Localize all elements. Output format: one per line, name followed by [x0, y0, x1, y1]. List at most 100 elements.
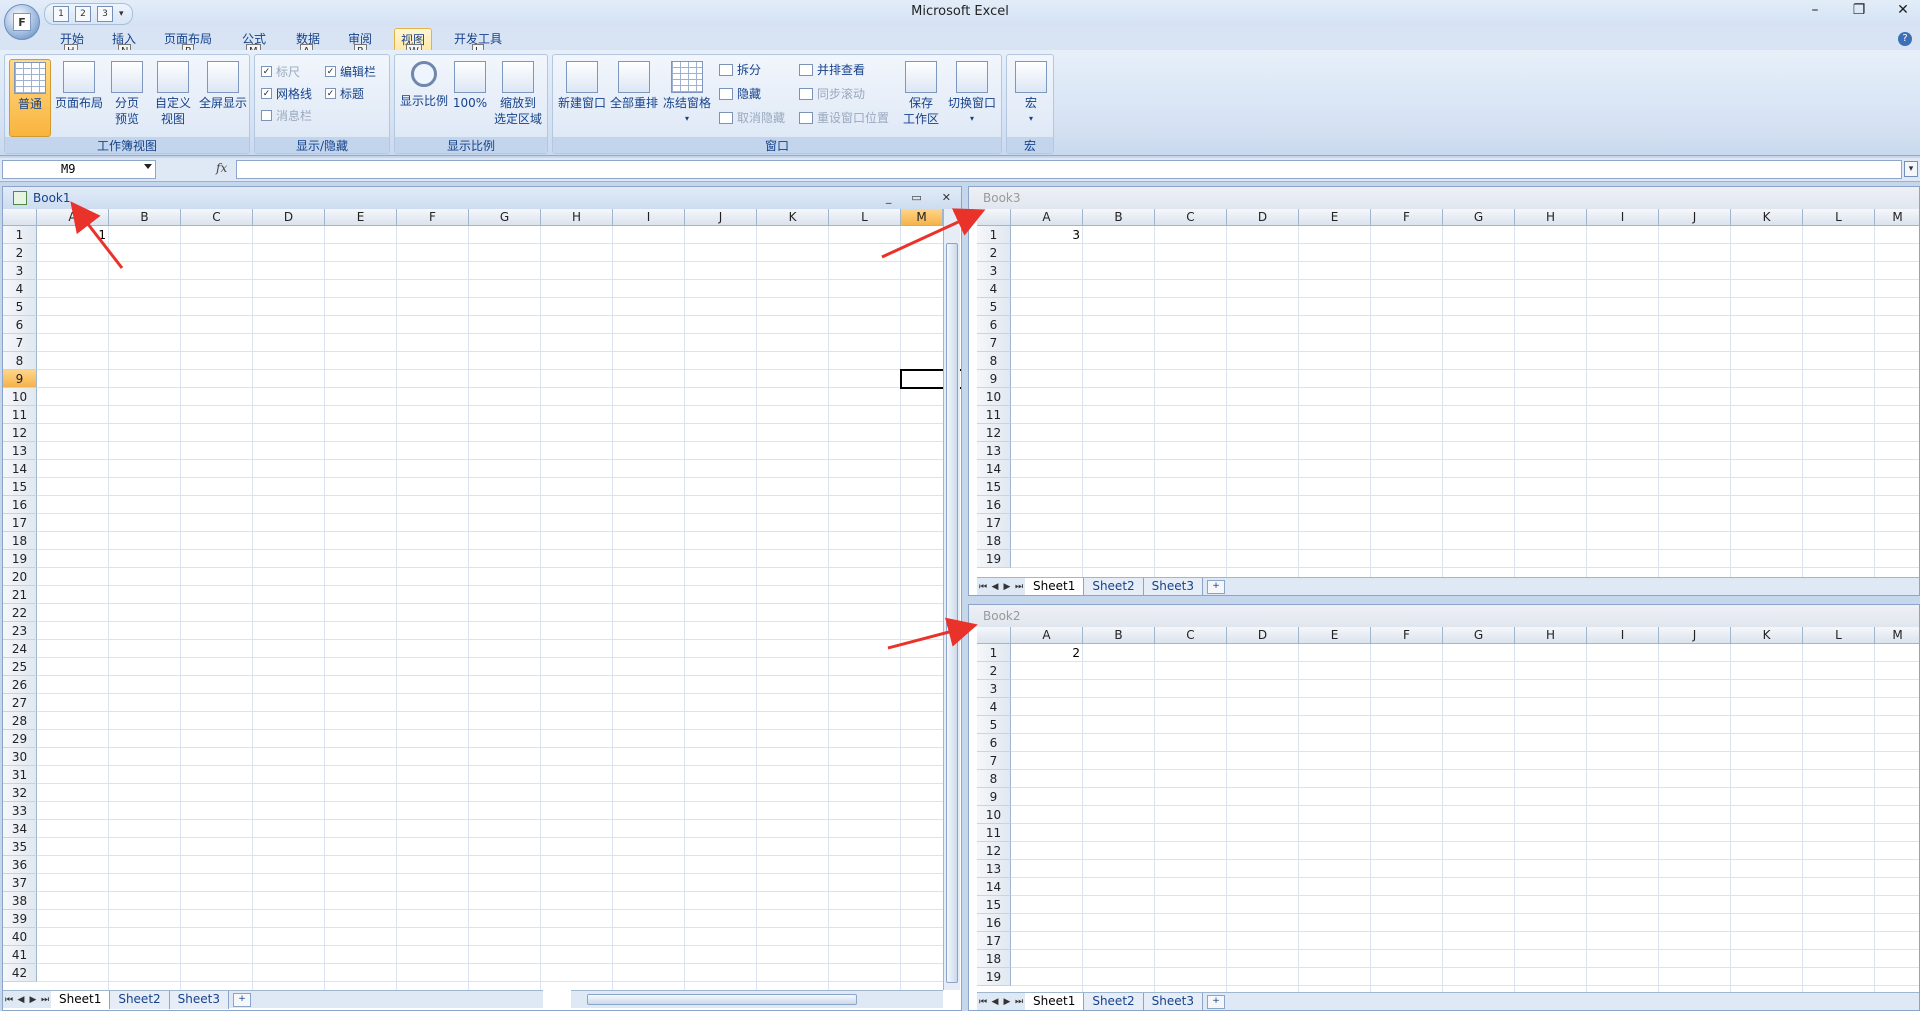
row-header-17[interactable]: 17 — [977, 514, 1011, 532]
row-header-3[interactable]: 3 — [977, 262, 1011, 280]
row-header-25[interactable]: 25 — [3, 658, 37, 676]
formula-input[interactable] — [236, 160, 1902, 179]
column-header-G[interactable]: G — [1443, 627, 1515, 644]
last-sheet-icon[interactable]: ⏭ — [1013, 582, 1025, 592]
last-sheet-icon[interactable]: ⏭ — [39, 995, 51, 1005]
sheet-tab-sheet2[interactable]: Sheet2 — [1084, 577, 1144, 595]
row-header-1[interactable]: 1 — [3, 226, 37, 244]
cell-a1[interactable]: 1 — [37, 226, 109, 244]
redo-icon[interactable]: 3 — [97, 6, 113, 22]
row-header-4[interactable]: 4 — [3, 280, 37, 298]
sheet-tab-sheet2[interactable]: Sheet2 — [1084, 992, 1144, 1010]
row-header-2[interactable]: 2 — [3, 244, 37, 262]
row-header-1[interactable]: 1 — [977, 644, 1011, 662]
macros-button[interactable]: 宏 ▾ — [1013, 59, 1049, 127]
name-box[interactable]: M9 — [2, 160, 156, 179]
sheet-tab-sheet3[interactable]: Sheet3 — [1143, 992, 1203, 1010]
column-header-J[interactable]: J — [1659, 209, 1731, 226]
arrange-all-button[interactable]: 全部重排 — [609, 59, 659, 111]
next-sheet-icon[interactable]: ▶ — [1001, 997, 1013, 1007]
row-header-5[interactable]: 5 — [977, 716, 1011, 734]
row-header-40[interactable]: 40 — [3, 928, 37, 946]
row-header-5[interactable]: 5 — [3, 298, 37, 316]
insert-sheet-icon[interactable]: + — [1206, 579, 1225, 594]
row-header-17[interactable]: 17 — [3, 514, 37, 532]
select-all-corner[interactable] — [977, 627, 1011, 644]
row-header-34[interactable]: 34 — [3, 820, 37, 838]
row-header-3[interactable]: 3 — [977, 680, 1011, 698]
message-bar-checkbox[interactable]: 消息栏 — [261, 107, 312, 124]
insert-function-icon[interactable]: fx — [216, 161, 227, 175]
book2-grid[interactable]: A B C D E F G H I J K L M 1 2 3 4 5 6 7 8 9 10 11 12 13 14 15 16 17 18… — [977, 627, 1919, 994]
column-header-H[interactable]: H — [541, 209, 613, 226]
row-header-42[interactable]: 42 — [3, 964, 37, 982]
hide-button[interactable]: 隐藏 — [719, 85, 761, 102]
row-header-9[interactable]: 9 — [977, 788, 1011, 806]
row-header-7[interactable]: 7 — [3, 334, 37, 352]
formula-bar-checkbox[interactable]: ✓ 编辑栏 — [325, 63, 376, 80]
name-box-dropdown-icon[interactable] — [144, 164, 152, 169]
close-icon[interactable]: ✕ — [942, 187, 951, 209]
row-header-14[interactable]: 14 — [977, 460, 1011, 478]
row-header-13[interactable]: 13 — [977, 442, 1011, 460]
sheet-tab-sheet1[interactable]: Sheet1 — [51, 990, 111, 1009]
minimize-icon[interactable]: – — [1806, 2, 1824, 18]
row-header-41[interactable]: 41 — [3, 946, 37, 964]
sheet-tab-sheet3[interactable]: Sheet3 — [1143, 577, 1203, 595]
row-header-13[interactable]: 13 — [977, 860, 1011, 878]
column-header-F[interactable]: F — [1371, 209, 1443, 226]
new-window-button[interactable]: 新建窗口 — [557, 59, 607, 111]
prev-sheet-icon[interactable]: ◀ — [15, 995, 27, 1005]
page-break-preview-button[interactable]: 分页 预览 — [107, 59, 147, 127]
select-all-corner[interactable] — [3, 209, 37, 226]
row-header-29[interactable]: 29 — [3, 730, 37, 748]
column-header-B[interactable]: B — [1083, 209, 1155, 226]
column-header-G[interactable]: G — [469, 209, 541, 226]
column-header-I[interactable]: I — [1587, 209, 1659, 226]
cell-grid[interactable] — [1011, 644, 1919, 994]
row-header-8[interactable]: 8 — [3, 352, 37, 370]
row-header-17[interactable]: 17 — [977, 932, 1011, 950]
prev-sheet-icon[interactable]: ◀ — [989, 582, 1001, 592]
next-sheet-icon[interactable]: ▶ — [27, 995, 39, 1005]
book1-vscroll-thumb[interactable] — [946, 243, 958, 983]
row-header-7[interactable]: 7 — [977, 752, 1011, 770]
row-header-18[interactable]: 18 — [3, 532, 37, 550]
row-header-4[interactable]: 4 — [977, 698, 1011, 716]
help-icon[interactable]: ? — [1898, 32, 1912, 46]
row-header-6[interactable]: 6 — [3, 316, 37, 334]
view-side-by-side-button[interactable]: 并排查看 — [799, 61, 865, 78]
row-header-30[interactable]: 30 — [3, 748, 37, 766]
column-header-G[interactable]: G — [1443, 209, 1515, 226]
row-header-14[interactable]: 14 — [977, 878, 1011, 896]
expand-formula-bar-icon[interactable]: ▾ — [1904, 161, 1918, 177]
column-header-L[interactable]: L — [1803, 209, 1875, 226]
row-header-16[interactable]: 16 — [977, 914, 1011, 932]
column-header-I[interactable]: I — [613, 209, 685, 226]
first-sheet-icon[interactable]: ⏮ — [977, 997, 989, 1007]
row-header-9[interactable]: 9 — [977, 370, 1011, 388]
sheet-tab-sheet1[interactable]: Sheet1 — [1025, 577, 1085, 595]
book3-grid[interactable]: A B C D E F G H I J K L M 1 2 3 4 5 6 7 8 9 10 11 12 13 14 15 16 17 18… — [977, 209, 1919, 579]
custom-views-button[interactable]: 自定义 视图 — [151, 59, 195, 127]
column-header-C[interactable]: C — [1155, 627, 1227, 644]
column-header-E[interactable]: E — [1299, 209, 1371, 226]
last-sheet-icon[interactable]: ⏭ — [1013, 997, 1025, 1007]
column-header-L[interactable]: L — [829, 209, 901, 226]
column-header-D[interactable]: D — [1227, 209, 1299, 226]
save-icon[interactable]: 1 — [53, 6, 69, 22]
prev-sheet-icon[interactable]: ◀ — [989, 997, 1001, 1007]
row-header-15[interactable]: 15 — [977, 478, 1011, 496]
insert-sheet-icon[interactable]: + — [1206, 994, 1225, 1009]
unhide-button[interactable]: 取消隐藏 — [719, 109, 785, 126]
maximize-icon[interactable]: ▭ — [911, 187, 921, 209]
row-header-33[interactable]: 33 — [3, 802, 37, 820]
row-header-11[interactable]: 11 — [977, 406, 1011, 424]
switch-windows-button[interactable]: 切换窗口 ▾ — [945, 59, 999, 127]
insert-sheet-icon[interactable]: + — [232, 992, 251, 1007]
next-sheet-icon[interactable]: ▶ — [1001, 582, 1013, 592]
sync-scroll-button[interactable]: 同步滚动 — [799, 85, 865, 102]
minimize-icon[interactable]: _ — [886, 187, 892, 209]
column-header-J[interactable]: J — [1659, 627, 1731, 644]
office-button[interactable]: F — [4, 4, 40, 40]
